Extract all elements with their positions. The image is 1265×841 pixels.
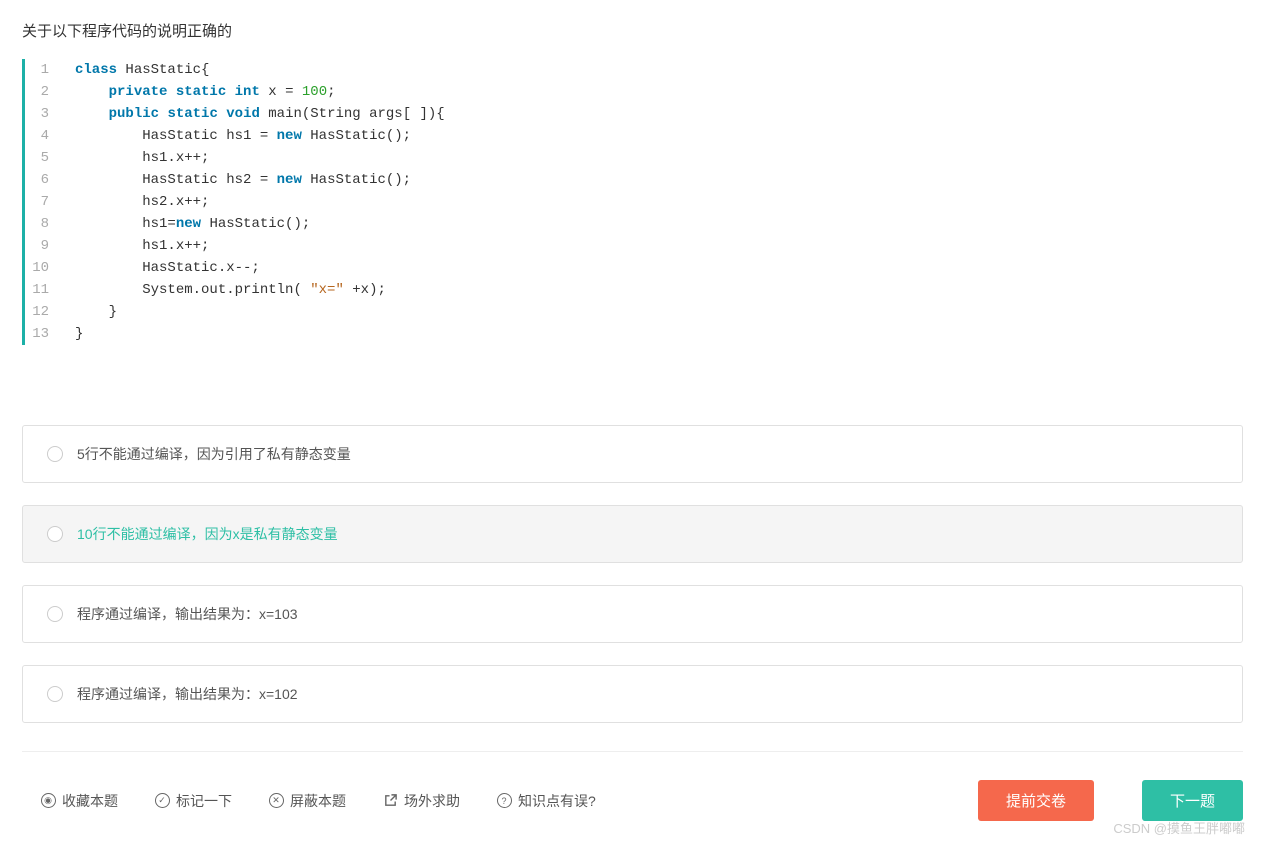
- code-line: 8 hs1=new HasStatic();: [25, 213, 1243, 235]
- favorite-button[interactable]: ◉ 收藏本题: [40, 791, 118, 811]
- next-button[interactable]: 下一题: [1142, 780, 1243, 821]
- radio-icon: [47, 446, 63, 462]
- question-title: 关于以下程序代码的说明正确的: [22, 20, 1243, 41]
- line-code: private static int x = 100;: [63, 81, 336, 103]
- mark-label: 标记一下: [176, 791, 232, 811]
- close-circle-icon: ✕: [268, 793, 284, 809]
- option-3[interactable]: 程序通过编译，输出结果为：x=103: [22, 585, 1243, 643]
- line-number: 13: [25, 323, 63, 345]
- line-number: 8: [25, 213, 63, 235]
- options-list: 5行不能通过编译，因为引用了私有静态变量 10行不能通过编译，因为x是私有静态变量…: [22, 425, 1243, 723]
- mark-button[interactable]: ✓ 标记一下: [154, 791, 232, 811]
- code-line: 13}: [25, 323, 1243, 345]
- line-code: System.out.println( "x=" +x);: [63, 279, 386, 301]
- line-number: 3: [25, 103, 63, 125]
- submit-button[interactable]: 提前交卷: [978, 780, 1094, 821]
- option-text: 程序通过编译，输出结果为：x=102: [77, 684, 298, 704]
- option-text: 程序通过编译，输出结果为：x=103: [77, 604, 298, 624]
- block-button[interactable]: ✕ 屏蔽本题: [268, 791, 346, 811]
- radio-icon: [47, 606, 63, 622]
- check-circle-icon: ✓: [154, 793, 170, 809]
- code-block: 1class HasStatic{2 private static int x …: [22, 59, 1243, 345]
- block-label: 屏蔽本题: [290, 791, 346, 811]
- help-button[interactable]: 场外求助: [382, 791, 460, 811]
- code-line: 12 }: [25, 301, 1243, 323]
- watermark: CSDN @摸鱼王胖嘟嘟: [1113, 818, 1245, 837]
- line-code: hs1.x++;: [63, 235, 209, 257]
- code-line: 4 HasStatic hs1 = new HasStatic();: [25, 125, 1243, 147]
- code-line: 1class HasStatic{: [25, 59, 1243, 81]
- line-number: 10: [25, 257, 63, 279]
- line-code: hs1=new HasStatic();: [63, 213, 310, 235]
- line-code: hs1.x++;: [63, 147, 209, 169]
- line-code: HasStatic hs1 = new HasStatic();: [63, 125, 411, 147]
- code-line: 7 hs2.x++;: [25, 191, 1243, 213]
- help-label: 场外求助: [404, 791, 460, 811]
- line-code: hs2.x++;: [63, 191, 209, 213]
- line-number: 1: [25, 59, 63, 81]
- external-icon: [382, 793, 398, 809]
- question-circle-icon: ?: [496, 793, 512, 809]
- line-number: 9: [25, 235, 63, 257]
- line-number: 11: [25, 279, 63, 301]
- code-line: 3 public static void main(String args[ ]…: [25, 103, 1243, 125]
- option-2[interactable]: 10行不能通过编译，因为x是私有静态变量: [22, 505, 1243, 563]
- line-code: public static void main(String args[ ]){: [63, 103, 445, 125]
- code-line: 6 HasStatic hs2 = new HasStatic();: [25, 169, 1243, 191]
- knowledge-button[interactable]: ? 知识点有误?: [496, 791, 596, 811]
- code-line: 10 HasStatic.x--;: [25, 257, 1243, 279]
- line-code: HasStatic.x--;: [63, 257, 260, 279]
- code-line: 5 hs1.x++;: [25, 147, 1243, 169]
- option-4[interactable]: 程序通过编译，输出结果为：x=102: [22, 665, 1243, 723]
- line-code: }: [63, 301, 117, 323]
- line-number: 6: [25, 169, 63, 191]
- code-line: 2 private static int x = 100;: [25, 81, 1243, 103]
- line-number: 4: [25, 125, 63, 147]
- record-icon: ◉: [40, 793, 56, 809]
- option-text: 10行不能通过编译，因为x是私有静态变量: [77, 524, 338, 544]
- option-1[interactable]: 5行不能通过编译，因为引用了私有静态变量: [22, 425, 1243, 483]
- line-number: 5: [25, 147, 63, 169]
- code-line: 11 System.out.println( "x=" +x);: [25, 279, 1243, 301]
- knowledge-label: 知识点有误?: [518, 791, 596, 811]
- line-number: 7: [25, 191, 63, 213]
- favorite-label: 收藏本题: [62, 791, 118, 811]
- line-code: class HasStatic{: [63, 59, 209, 81]
- option-text: 5行不能通过编译，因为引用了私有静态变量: [77, 444, 351, 464]
- radio-icon: [47, 686, 63, 702]
- line-code: HasStatic hs2 = new HasStatic();: [63, 169, 411, 191]
- footer-bar: ◉ 收藏本题 ✓ 标记一下 ✕ 屏蔽本题 场外求助 ? 知识点有误? 提前交卷 …: [22, 766, 1243, 821]
- line-number: 2: [25, 81, 63, 103]
- line-code: }: [63, 323, 83, 345]
- radio-icon: [47, 526, 63, 542]
- divider: [22, 751, 1243, 752]
- line-number: 12: [25, 301, 63, 323]
- code-line: 9 hs1.x++;: [25, 235, 1243, 257]
